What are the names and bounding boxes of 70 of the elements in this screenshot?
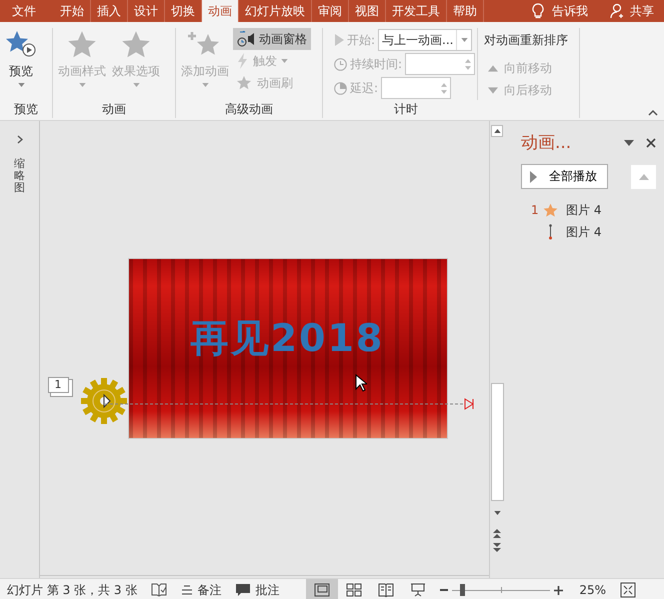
previous-slide-icon[interactable] [493, 529, 501, 538]
caret-icon [494, 129, 500, 133]
mouse-cursor-icon [354, 374, 366, 392]
comments-button[interactable]: 批注 [228, 579, 286, 599]
group-label: 计时 [393, 101, 419, 118]
zoom-level[interactable]: 25% [569, 579, 614, 599]
caret-icon [132, 83, 140, 87]
gear-icon [80, 378, 126, 424]
group-label: 动画 [101, 101, 127, 118]
triangle-up-icon [488, 64, 498, 72]
caret-icon [281, 59, 288, 63]
play-icon [334, 34, 344, 46]
share-button[interactable]: 共享 [610, 0, 664, 22]
star-brush-icon [237, 75, 253, 91]
slide-title: 再见2018 [190, 314, 384, 362]
fit-to-window-icon[interactable] [620, 582, 636, 598]
projector-screen-icon [410, 583, 426, 597]
close-icon[interactable] [646, 138, 656, 148]
thumbnails-label[interactable]: 缩略图 [14, 158, 25, 194]
book-icon [378, 583, 394, 597]
speech-bubble-icon [235, 583, 252, 597]
group-label: 预览 [13, 101, 39, 118]
caret-icon [18, 83, 24, 87]
field-label: 延迟: [334, 80, 378, 96]
triangle-down-icon [488, 86, 498, 94]
animation-item[interactable]: 图片 4 [531, 223, 656, 241]
star-icon [121, 30, 151, 60]
lightbulb-icon [532, 3, 544, 19]
preview-button[interactable]: 预览 [3, 28, 39, 100]
dropdown-caret-icon[interactable] [624, 140, 634, 146]
timer-speaker-icon [237, 31, 255, 47]
play-icon [530, 170, 537, 182]
expand-icon[interactable] [16, 135, 22, 144]
field-label: 开始: [334, 32, 376, 48]
zoom-slider[interactable] [452, 584, 550, 596]
normal-view-button[interactable] [306, 579, 338, 599]
caret-icon [202, 83, 208, 87]
star-icon [543, 202, 558, 218]
lightning-icon [237, 53, 249, 69]
dropdown-caret-icon [460, 38, 468, 42]
ribbon-tab[interactable]: 文件 [0, 0, 48, 22]
notes-icon [181, 584, 194, 596]
spellcheck-book-icon[interactable] [151, 583, 168, 597]
ribbon-button[interactable]: 动画窗格 [233, 28, 311, 50]
group-label: 高级动画 [224, 101, 274, 118]
person-add-icon [610, 3, 626, 19]
tell-me-label[interactable]: 告诉我 [552, 2, 588, 20]
zoom-in-icon[interactable] [554, 586, 564, 594]
collapse-ribbon-icon[interactable] [648, 109, 658, 116]
zoom-slider-thumb[interactable] [460, 584, 466, 596]
notes-button[interactable]: 备注 [174, 579, 228, 599]
caret-icon [78, 83, 86, 87]
play-all-button[interactable]: 全部播放 [521, 164, 608, 189]
star-icon [67, 30, 97, 60]
field-label: 持续时间: [334, 56, 402, 72]
scroll-up-button[interactable] [491, 125, 503, 137]
pane-title: 动画... [521, 132, 572, 154]
reorder-title: 对动画重新排序 [484, 32, 568, 49]
grid-icon [346, 583, 362, 597]
normal-view-icon [314, 583, 330, 597]
clock-icon [334, 58, 347, 70]
clock-icon [334, 82, 347, 94]
next-slide-icon[interactable] [493, 543, 501, 552]
slide-info: 幻灯片 第 3 张，共 3 张 [6, 582, 138, 598]
zoom-out-icon[interactable] [440, 586, 448, 594]
triangle-up-icon [638, 174, 648, 180]
scrollbar-thumb[interactable] [491, 383, 504, 501]
animation-item[interactable]: 1 图片 4 [531, 201, 656, 219]
ribbon-tab[interactable]: 动画 [202, 0, 239, 22]
caret-icon [494, 511, 500, 515]
